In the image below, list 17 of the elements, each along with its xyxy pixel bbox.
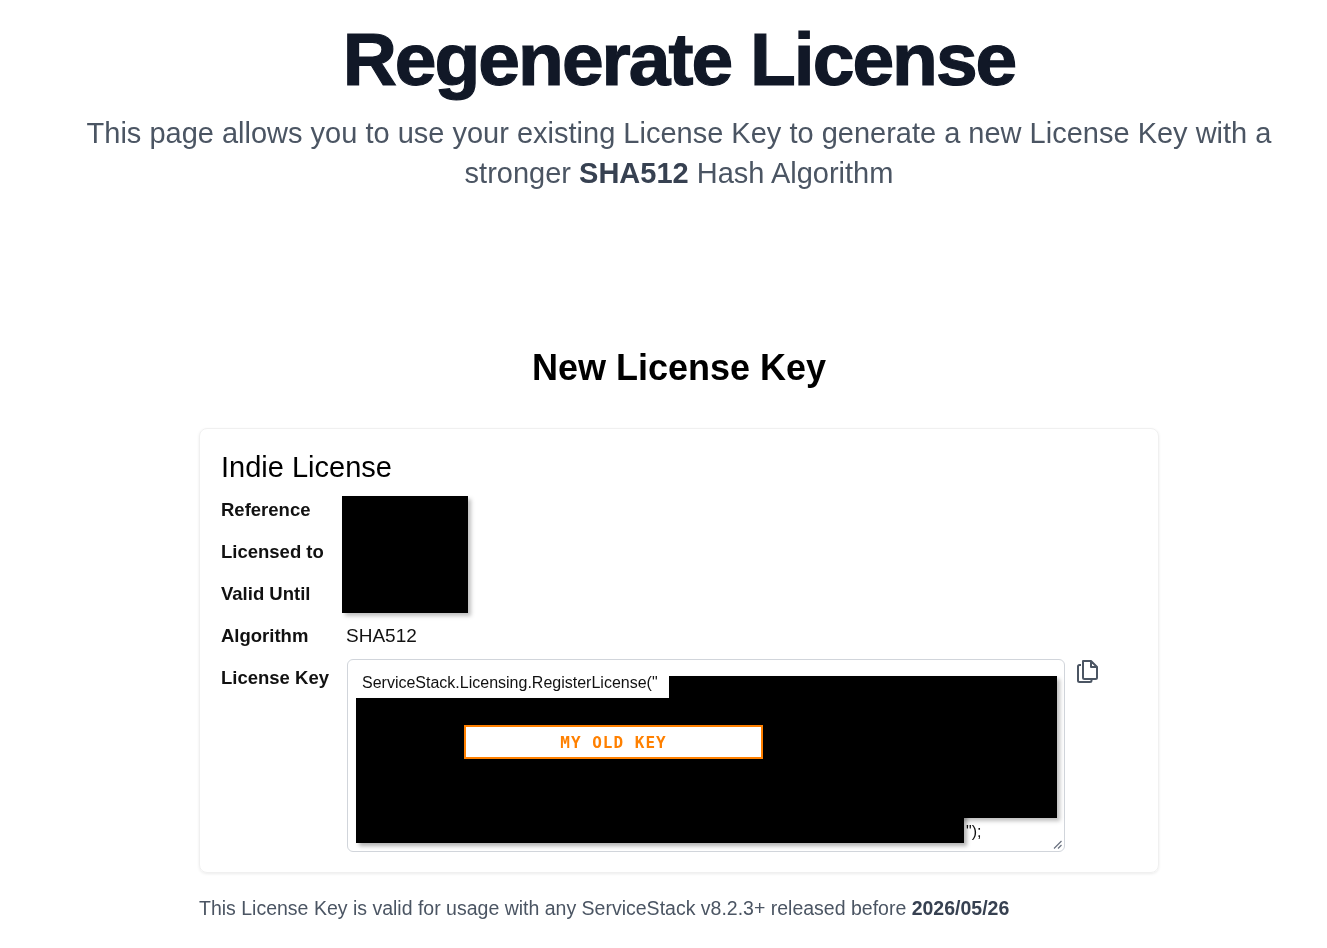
copy-icon[interactable] [1077,660,1098,683]
license-key-code-end: "); [966,822,982,842]
field-label: Valid Until [221,582,312,606]
validity-note: This License Key is valid for usage with any ServiceStack v8.2.3+ released before 2026/05/26 [199,896,1011,921]
page-subtitle: This page allows you to use your existing License Key to generate a new License Key with a stronger SHA512 Hash Algorithm [85,116,1273,191]
resize-handle-icon[interactable] [1053,840,1062,849]
field-label: License Key [221,666,330,690]
field-label: Algorithm [221,624,310,648]
field-label: Licensed to [221,540,325,564]
field-label: Reference [221,498,312,522]
section-heading: New License Key [531,346,827,390]
license-key-code-start: ServiceStack.Licensing.RegisterLicense(" [362,673,658,693]
annotation-label: MY OLD KEY [464,725,763,759]
algorithm-value: SHA512 [345,624,418,648]
page-title: Regenerate License [342,16,1016,102]
license-type-title: Indie License [221,450,393,485]
license-key-textarea[interactable]: ServiceStack.Licensing.RegisterLicense(" "); MY OLD KEY [347,659,1065,852]
